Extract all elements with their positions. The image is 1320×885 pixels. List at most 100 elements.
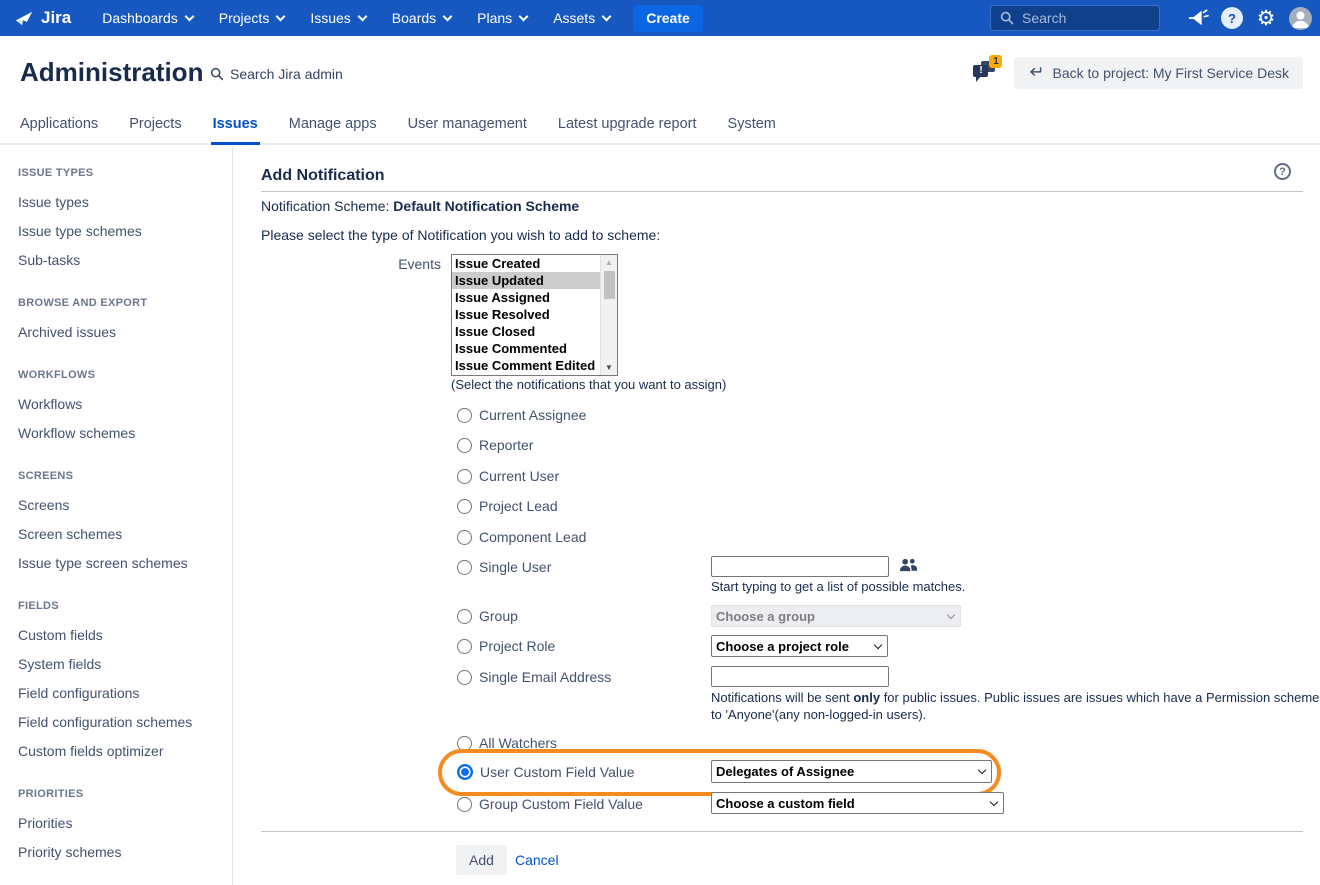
sidebar-item-screen-schemes[interactable]: Screen schemes (18, 520, 222, 549)
email-input[interactable] (711, 666, 889, 687)
radio-current-assignee[interactable] (457, 408, 472, 423)
events-listbox[interactable]: Issue Created Issue Updated Issue Assign… (451, 254, 618, 376)
tab-issues[interactable]: Issues (211, 116, 260, 145)
sidebar-section-browse-export: BROWSE AND EXPORT (18, 297, 222, 310)
event-option[interactable]: Issue Closed (452, 323, 600, 340)
create-button[interactable]: Create (633, 5, 703, 32)
announcements-button[interactable] (1186, 6, 1210, 30)
tab-projects[interactable]: Projects (127, 116, 183, 145)
page-title: Administration (20, 57, 203, 88)
group-custom-field-select-value: Choose a custom field (716, 796, 855, 811)
option-label: Group (479, 608, 518, 624)
group-custom-field-select[interactable]: Choose a custom field (711, 792, 1004, 814)
nav-boards-label: Boards (392, 10, 436, 26)
add-button[interactable]: Add (456, 845, 507, 875)
event-option[interactable]: Issue Commented (452, 340, 600, 357)
user-custom-field-select[interactable]: Delegates of Assignee (711, 760, 992, 783)
user-picker-button[interactable] (899, 557, 918, 579)
nav-projects-label: Projects (219, 10, 270, 26)
radio-reporter[interactable] (457, 438, 472, 453)
radio-project-lead[interactable] (457, 499, 472, 514)
radio-group-custom-field[interactable] (457, 797, 472, 812)
help-icon: ? (1221, 7, 1243, 29)
option-label: User Custom Field Value (480, 764, 635, 780)
sidebar-item-issue-type-screen-schemes[interactable]: Issue type screen schemes (18, 549, 222, 578)
scroll-up-icon[interactable]: ▲ (601, 255, 618, 270)
sidebar-item-field-configurations[interactable]: Field configurations (18, 679, 222, 708)
event-option-selected[interactable]: Issue Updated (452, 272, 600, 289)
back-to-project-button[interactable]: Back to project: My First Service Desk (1014, 57, 1303, 89)
notifications-button[interactable]: ! 1 (970, 56, 1004, 90)
sidebar-item-priority-schemes[interactable]: Priority schemes (18, 838, 222, 867)
tab-system[interactable]: System (726, 116, 778, 145)
chevron-down-icon (443, 11, 453, 21)
sidebar-item-system-fields[interactable]: System fields (18, 650, 222, 679)
scrollbar-thumb[interactable] (604, 271, 615, 299)
scrollbar[interactable]: ▲ ▼ (600, 255, 617, 375)
tab-user-management[interactable]: User management (406, 116, 529, 145)
jira-logo-icon (14, 8, 35, 29)
radio-component-lead[interactable] (457, 530, 472, 545)
help-button[interactable]: ? (1220, 6, 1244, 30)
add-notification-panel: Add Notification ? Notification Scheme: … (261, 148, 1303, 885)
project-role-select[interactable]: Choose a project role (711, 635, 888, 657)
radio-project-role[interactable] (457, 639, 472, 654)
nav-assets[interactable]: Assets (540, 0, 623, 36)
jira-logo[interactable]: Jira (0, 8, 89, 29)
single-user-input[interactable] (711, 556, 889, 577)
admin-search[interactable]: Search Jira admin (210, 66, 343, 82)
cancel-link[interactable]: Cancel (515, 852, 559, 868)
sidebar-section-fields: FIELDS (18, 600, 222, 613)
event-option[interactable]: Issue Assigned (452, 289, 600, 306)
nav-dashboards-label: Dashboards (102, 10, 178, 26)
sidebar-item-custom-fields-optimizer[interactable]: Custom fields optimizer (18, 737, 222, 766)
nav-boards[interactable]: Boards (379, 0, 464, 36)
tab-manage-apps[interactable]: Manage apps (287, 116, 379, 145)
section-title: Add Notification (261, 167, 385, 185)
nav-projects[interactable]: Projects (206, 0, 298, 36)
sidebar-item-issue-type-schemes[interactable]: Issue type schemes (18, 217, 222, 246)
event-option[interactable]: Issue Comment Edited (452, 357, 600, 374)
radio-all-watchers[interactable] (457, 736, 472, 751)
event-option[interactable]: Issue Created (452, 255, 600, 272)
sidebar-item-workflow-schemes[interactable]: Workflow schemes (18, 419, 222, 448)
tab-applications[interactable]: Applications (18, 116, 100, 145)
sidebar-item-issue-types[interactable]: Issue types (18, 188, 222, 217)
profile-button[interactable] (1288, 6, 1312, 30)
scroll-down-icon[interactable]: ▼ (601, 360, 618, 375)
help-circle-icon[interactable]: ? (1274, 163, 1291, 180)
radio-user-custom-field[interactable] (457, 764, 473, 780)
intro-text: Please select the type of Notification y… (261, 227, 660, 243)
chevron-down-icon (602, 11, 612, 21)
sidebar-item-archived-issues[interactable]: Archived issues (18, 318, 222, 347)
global-search-input[interactable] (1022, 10, 1142, 26)
radio-single-user[interactable] (457, 560, 472, 575)
nav-plans[interactable]: Plans (464, 0, 540, 36)
jira-logo-text: Jira (41, 8, 71, 28)
nav-issues[interactable]: Issues (297, 0, 378, 36)
chevron-down-icon (978, 766, 986, 774)
sidebar-item-workflows[interactable]: Workflows (18, 390, 222, 419)
sidebar-item-custom-fields[interactable]: Custom fields (18, 621, 222, 650)
sidebar-item-field-configuration-schemes[interactable]: Field configuration schemes (18, 708, 222, 737)
tab-latest-upgrade-report[interactable]: Latest upgrade report (556, 116, 699, 145)
nav-right-cluster: ? ⚙︎ (990, 0, 1312, 36)
radio-current-user[interactable] (457, 469, 472, 484)
option-user-custom-field: User Custom Field Value (457, 764, 635, 780)
sidebar-item-priorities[interactable]: Priorities (18, 809, 222, 838)
email-note-part: Notifications will be sent (711, 690, 853, 705)
issues-sidebar: ISSUE TYPES Issue types Issue type schem… (0, 147, 233, 885)
radio-single-email[interactable] (457, 670, 472, 685)
option-project-role: Project Role (457, 638, 555, 654)
events-hint: (Select the notifications that you want … (451, 377, 726, 392)
settings-button[interactable]: ⚙︎ (1254, 6, 1278, 30)
event-option[interactable]: Issue Resolved (452, 306, 600, 323)
sidebar-item-screens[interactable]: Screens (18, 491, 222, 520)
nav-dashboards[interactable]: Dashboards (89, 0, 206, 36)
divider (261, 831, 1303, 832)
chevron-down-icon (357, 11, 367, 21)
global-search[interactable] (990, 5, 1160, 31)
sidebar-item-sub-tasks[interactable]: Sub-tasks (18, 246, 222, 275)
events-list: Issue Created Issue Updated Issue Assign… (452, 255, 600, 375)
radio-group[interactable] (457, 609, 472, 624)
